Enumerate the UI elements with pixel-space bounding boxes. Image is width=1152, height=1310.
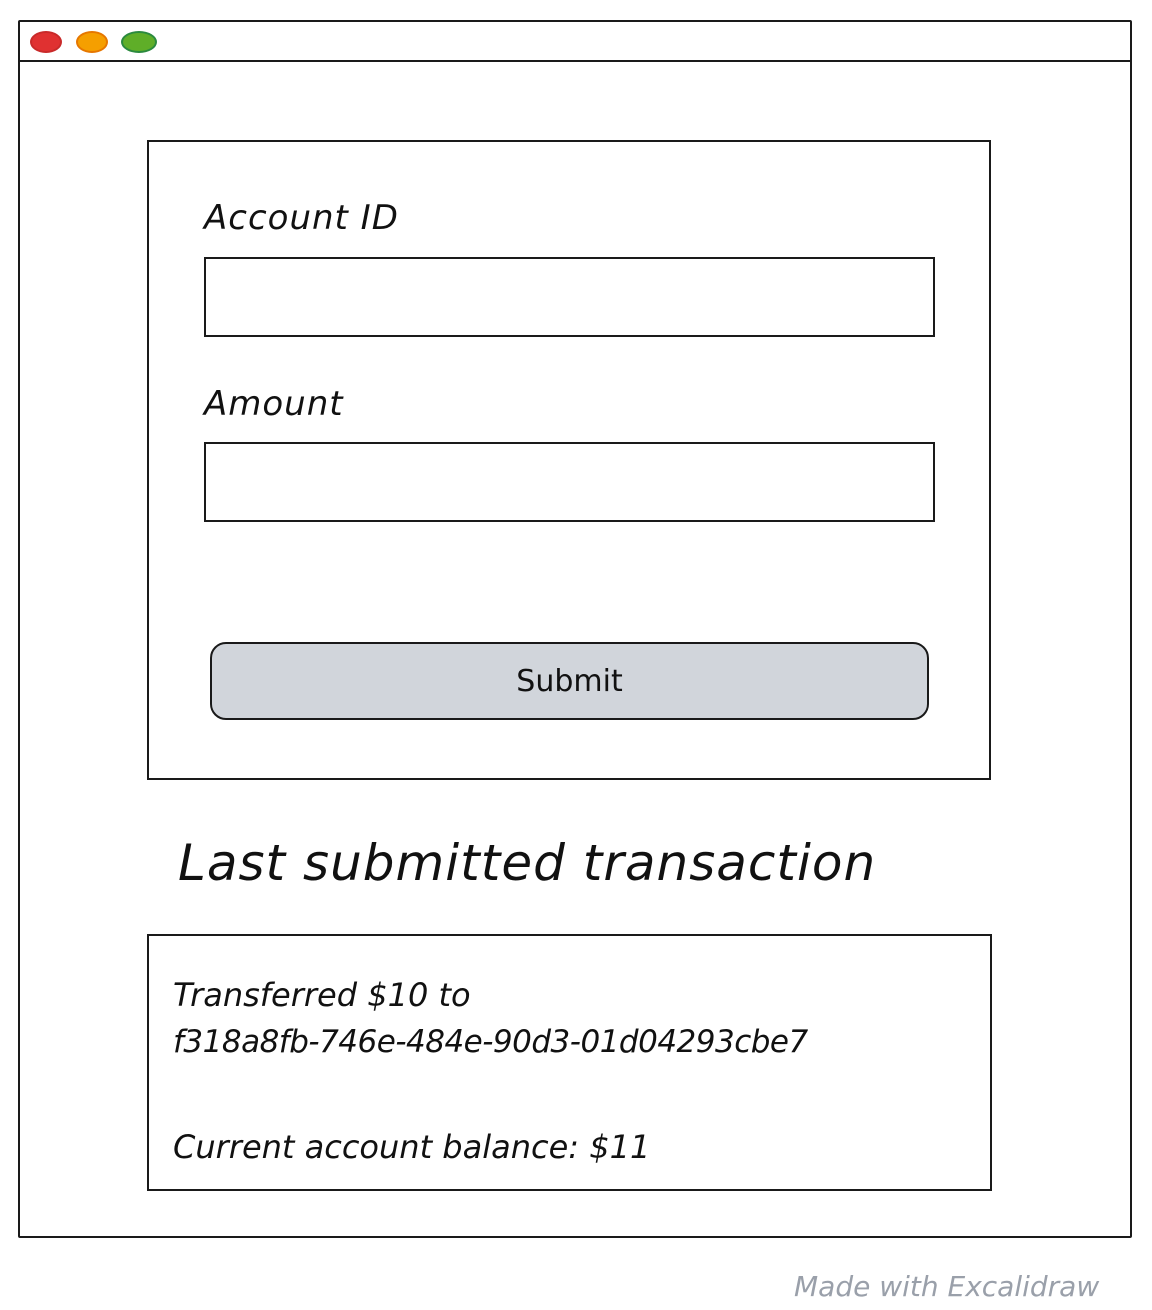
minimize-window-icon[interactable]	[76, 31, 108, 53]
account-id-label: Account ID	[204, 198, 399, 238]
recipient-account-id: f318a8fb-746e-484e-90d3-01d04293cbe7	[173, 1024, 808, 1060]
account-balance: Current account balance: $11	[173, 1128, 651, 1166]
account-id-input[interactable]	[204, 257, 935, 337]
excalidraw-watermark: Made with Excalidraw	[794, 1270, 1100, 1303]
transfer-summary: Transferred $10 to	[173, 976, 471, 1014]
amount-label: Amount	[204, 384, 344, 424]
close-window-icon[interactable]	[30, 31, 62, 53]
zoom-window-icon[interactable]	[121, 31, 157, 53]
transfer-form: Account ID Amount Submit	[147, 140, 991, 780]
window-titlebar	[20, 22, 1130, 62]
browser-window: Account ID Amount Submit Last submitted …	[18, 20, 1132, 1238]
last-transaction-heading: Last submitted transaction	[178, 834, 877, 892]
amount-input[interactable]	[204, 442, 935, 522]
submit-button[interactable]: Submit	[210, 642, 929, 720]
transaction-result-panel: Transferred $10 to f318a8fb-746e-484e-90…	[147, 934, 992, 1191]
